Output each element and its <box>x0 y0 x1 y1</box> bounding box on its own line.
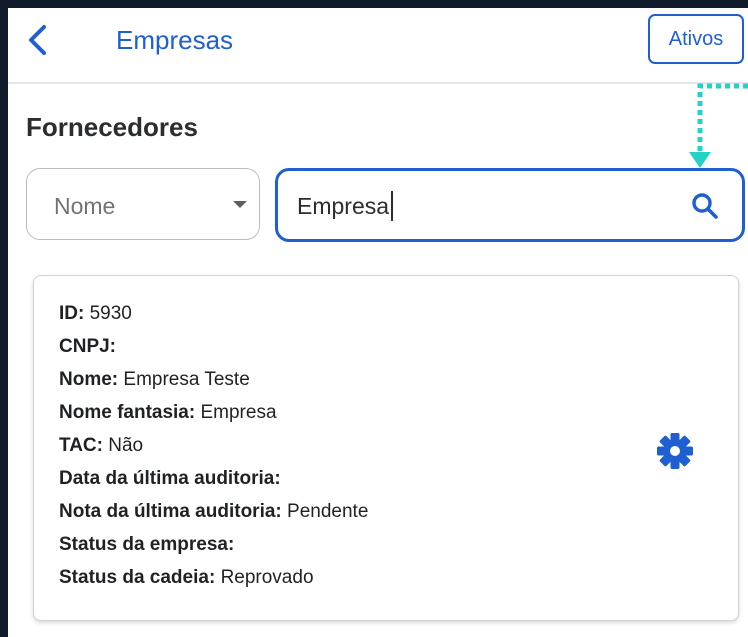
search-input[interactable] <box>297 191 677 221</box>
label-nome: Nome: <box>59 369 119 390</box>
value-nome: Empresa Teste <box>123 369 250 390</box>
value-tac: Não <box>108 435 144 456</box>
label-tac: TAC: <box>59 435 103 456</box>
ativos-button[interactable]: Ativos <box>648 14 744 64</box>
label-nome-fantasia: Nome fantasia: <box>59 402 196 423</box>
search-icon[interactable] <box>690 191 720 221</box>
search-field[interactable] <box>275 168 745 242</box>
label-cnpj: CNPJ: <box>59 336 117 357</box>
row-nome-fantasia: Nome fantasia: Empresa <box>59 401 368 434</box>
value-status-cadeia: Reprovado <box>220 567 314 588</box>
field-select[interactable]: Nome <box>26 168 260 240</box>
label-nota-ultima-auditoria: Nota da última auditoria: <box>59 501 282 522</box>
chevron-left-icon <box>29 25 46 55</box>
row-nota-ultima-auditoria: Nota da última auditoria: Pendente <box>59 500 368 533</box>
field-select-value: Nome <box>54 193 116 219</box>
supplier-details: ID: 5930 CNPJ: Nome: Empresa Teste Nome … <box>59 302 368 599</box>
label-status-empresa: Status da empresa: <box>59 534 235 555</box>
value-nome-fantasia: Empresa <box>200 402 277 423</box>
app-screen: Empresas Ativos Fornecedores Nome ID: 59… <box>8 8 748 637</box>
row-cnpj: CNPJ: <box>59 335 368 368</box>
dropdown-caret-icon <box>233 201 247 208</box>
top-bar: Empresas Ativos <box>8 8 748 84</box>
section-title: Fornecedores <box>26 112 198 142</box>
row-tac: TAC: Não <box>59 434 368 467</box>
text-cursor <box>391 191 393 221</box>
gear-icon[interactable] <box>655 431 695 471</box>
page-title: Empresas <box>116 25 234 55</box>
row-status-empresa: Status da empresa: <box>59 533 368 566</box>
value-id: 5930 <box>89 303 132 324</box>
back-button[interactable] <box>22 22 52 58</box>
row-nome: Nome: Empresa Teste <box>59 368 368 401</box>
row-data-ultima-auditoria: Data da última auditoria: <box>59 467 368 500</box>
row-status-cadeia: Status da cadeia: Reprovado <box>59 566 368 599</box>
label-status-cadeia: Status da cadeia: <box>59 567 216 588</box>
supplier-card[interactable]: ID: 5930 CNPJ: Nome: Empresa Teste Nome … <box>33 275 739 621</box>
label-id: ID: <box>59 303 85 324</box>
label-data-ultima-auditoria: Data da última auditoria: <box>59 468 281 489</box>
row-id: ID: 5930 <box>59 302 368 335</box>
value-nota-ultima-auditoria: Pendente <box>287 501 369 522</box>
